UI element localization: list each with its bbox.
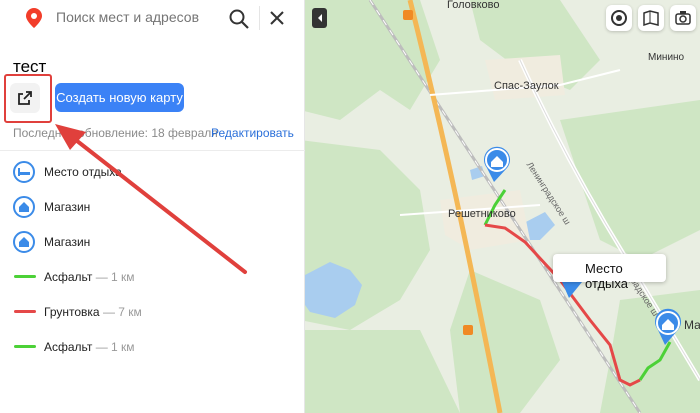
search-icon[interactable] [228, 8, 250, 30]
external-link-icon [18, 91, 32, 105]
bed-icon [13, 161, 35, 183]
route-length: — 1 км [95, 340, 135, 354]
house-icon [13, 196, 35, 218]
route-label: Грунтовка [44, 305, 100, 319]
route-line-swatch [14, 275, 36, 278]
list-item-label: Асфальт — 1 км [44, 340, 135, 354]
map-label-ma: Ма [684, 318, 700, 332]
create-map-button[interactable]: Создать новую карту [55, 83, 184, 112]
list-item[interactable]: Асфальт — 1 км [0, 262, 305, 292]
edit-link[interactable]: Редактировать [211, 126, 294, 140]
collapse-panel-button[interactable] [312, 8, 327, 28]
list-item-label: Грунтовка — 7 км [44, 305, 142, 319]
map-label-golovkovo: Головково [447, 0, 500, 11]
map-callout-rest[interactable]: Место отдыха [553, 254, 666, 291]
share-button[interactable] [10, 83, 40, 113]
panorama-button[interactable] [670, 5, 696, 31]
map-label-minino: Минино [648, 52, 685, 63]
divider [0, 150, 305, 151]
list-item[interactable]: Магазин [0, 192, 305, 222]
alice-button[interactable] [606, 5, 632, 31]
alice-icon [611, 10, 627, 26]
route-length: — 7 км [102, 305, 142, 319]
list-item-label: Асфальт — 1 км [44, 270, 135, 284]
last-updated-text: Последнее обновление: 18 февраля [13, 126, 218, 140]
list-item[interactable]: Грунтовка — 7 км [0, 297, 305, 327]
map-label-reshetnikovo: Решетниково [448, 208, 516, 220]
house-icon [13, 231, 35, 253]
close-icon[interactable] [268, 9, 286, 27]
sidebar-panel: тест Создать новую карту Последнее обнов… [0, 0, 305, 413]
list-item[interactable]: Место отдыха [0, 157, 305, 187]
list-item-label: Магазин [44, 200, 91, 214]
callout-label: Место отдыха [585, 261, 628, 291]
route-line-swatch [14, 310, 36, 313]
route-label: Асфальт [44, 340, 93, 354]
search-divider [259, 6, 260, 30]
map-label-spas-zaulok: Спас-Заулок [494, 80, 559, 92]
layers-button[interactable] [638, 5, 664, 31]
list-item[interactable]: Асфальт — 1 км [0, 332, 305, 362]
book-map-icon [643, 10, 659, 27]
search-input[interactable] [56, 9, 221, 25]
search-bar [6, 0, 289, 36]
route-line-swatch [14, 345, 36, 348]
chevron-left-icon [317, 14, 322, 22]
list-item-label: Магазин [44, 235, 91, 249]
location-pin-icon [26, 8, 42, 28]
list-item-label: Место отдыха [44, 165, 122, 179]
route-label: Асфальт [44, 270, 93, 284]
route-length: — 1 км [95, 270, 135, 284]
list-item[interactable]: Магазин [0, 227, 305, 257]
camera-icon [675, 11, 691, 25]
